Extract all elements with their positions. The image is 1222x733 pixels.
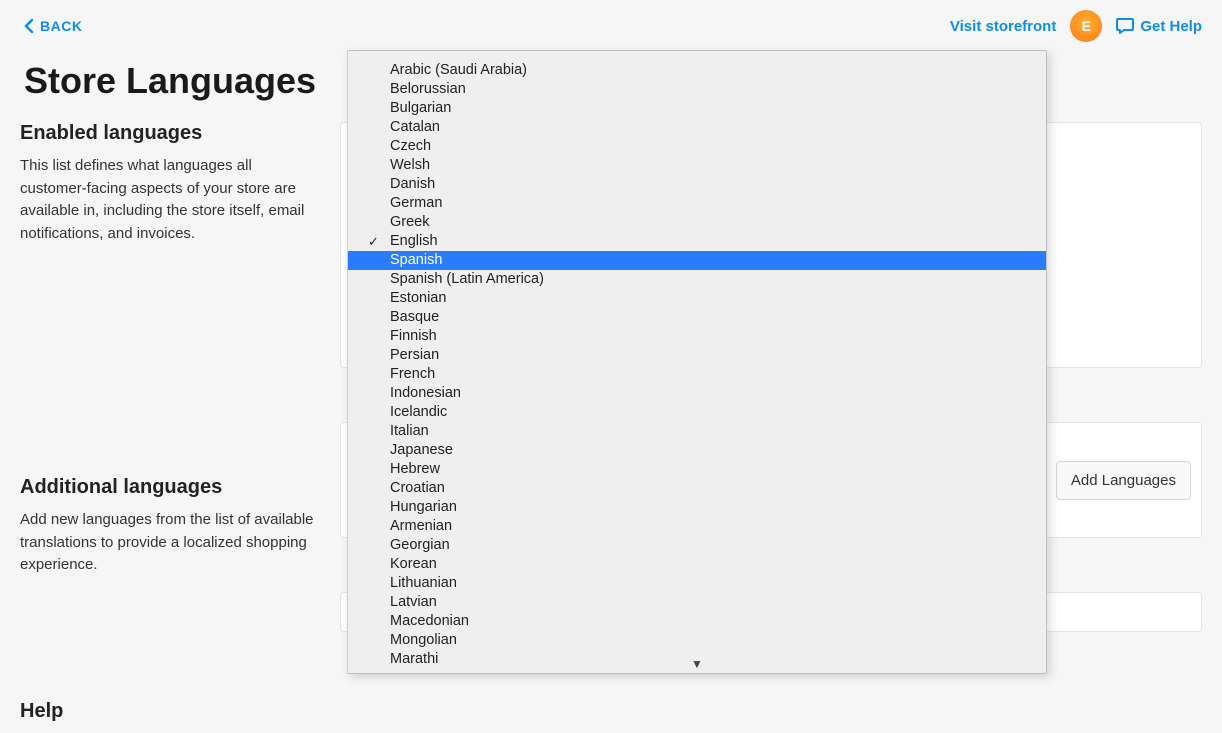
language-label: Korean bbox=[390, 556, 437, 572]
language-label: English bbox=[390, 233, 438, 249]
language-option[interactable]: Armenian bbox=[348, 517, 1046, 536]
section-title: Enabled languages bbox=[20, 122, 316, 145]
language-option[interactable]: Mongolian bbox=[348, 631, 1046, 650]
language-option[interactable]: Czech bbox=[348, 137, 1046, 156]
section-additional-languages: Additional languages Add new languages f… bbox=[20, 476, 316, 646]
language-option[interactable]: Bulgarian bbox=[348, 99, 1046, 118]
language-label: Danish bbox=[390, 176, 435, 192]
language-option[interactable]: ✓ English bbox=[348, 232, 1046, 251]
language-label: Hebrew bbox=[390, 461, 440, 477]
language-label: Macedonian bbox=[390, 613, 469, 629]
language-label: Arabic (Saudi Arabia) bbox=[390, 62, 527, 78]
language-option[interactable]: Macedonian bbox=[348, 612, 1046, 631]
chat-icon bbox=[1116, 17, 1134, 35]
check-icon: ✓ bbox=[368, 232, 379, 251]
language-option[interactable]: Basque bbox=[348, 308, 1046, 327]
language-option[interactable]: Indonesian bbox=[348, 384, 1046, 403]
language-option[interactable]: Italian bbox=[348, 422, 1046, 441]
language-option[interactable]: Spanish (Latin America) bbox=[348, 270, 1046, 289]
language-option[interactable]: Arabic (Saudi Arabia) bbox=[348, 61, 1046, 80]
get-help-link[interactable]: Get Help bbox=[1116, 17, 1202, 35]
language-option[interactable]: Georgian bbox=[348, 536, 1046, 555]
language-label: Latvian bbox=[390, 594, 437, 610]
section-enabled-languages: Enabled languages This list defines what… bbox=[20, 122, 316, 422]
language-option[interactable]: German bbox=[348, 194, 1046, 213]
language-label: German bbox=[390, 195, 442, 211]
language-label: French bbox=[390, 366, 435, 382]
avatar-initial: E bbox=[1082, 18, 1091, 34]
back-label: BACK bbox=[40, 18, 82, 34]
language-label: Georgian bbox=[390, 537, 450, 553]
language-option[interactable]: Finnish bbox=[348, 327, 1046, 346]
language-label: Spanish (Latin America) bbox=[390, 271, 544, 287]
language-label: Japanese bbox=[390, 442, 453, 458]
language-option[interactable]: Danish bbox=[348, 175, 1046, 194]
language-option[interactable]: Welsh bbox=[348, 156, 1046, 175]
section-desc: Add new languages from the list of avail… bbox=[20, 509, 316, 577]
language-label: Persian bbox=[390, 347, 439, 363]
section-help: Help bbox=[20, 700, 316, 723]
language-option[interactable]: Spanish bbox=[348, 251, 1046, 270]
language-label: Belorussian bbox=[390, 81, 466, 97]
language-label: Lithuanian bbox=[390, 575, 457, 591]
section-desc: This list defines what languages all cus… bbox=[20, 155, 316, 245]
language-label: Italian bbox=[390, 423, 429, 439]
language-label: Hungarian bbox=[390, 499, 457, 515]
language-option[interactable]: Icelandic bbox=[348, 403, 1046, 422]
language-option[interactable]: Persian bbox=[348, 346, 1046, 365]
visit-storefront-link[interactable]: Visit storefront bbox=[950, 18, 1056, 35]
language-label: Spanish bbox=[390, 252, 442, 268]
language-option[interactable]: Croatian bbox=[348, 479, 1046, 498]
language-option[interactable]: Korean bbox=[348, 555, 1046, 574]
help-label: Get Help bbox=[1140, 18, 1202, 35]
language-label: Greek bbox=[390, 214, 430, 230]
language-label: Czech bbox=[390, 138, 431, 154]
language-label: Welsh bbox=[390, 157, 430, 173]
language-label: Icelandic bbox=[390, 404, 447, 420]
language-label: Armenian bbox=[390, 518, 452, 534]
language-option[interactable]: Hungarian bbox=[348, 498, 1046, 517]
language-option[interactable]: Estonian bbox=[348, 289, 1046, 308]
avatar[interactable]: E bbox=[1070, 10, 1102, 42]
language-option[interactable]: Marathi bbox=[348, 650, 1046, 669]
language-label: Croatian bbox=[390, 480, 445, 496]
language-label: Marathi bbox=[390, 651, 438, 667]
language-dropdown[interactable]: Arabic (Saudi Arabia) Belorussian Bulgaria… bbox=[347, 50, 1047, 674]
language-option[interactable]: French bbox=[348, 365, 1046, 384]
add-languages-button[interactable]: Add Languages bbox=[1056, 461, 1191, 500]
chevron-left-icon bbox=[24, 19, 34, 33]
language-label: Basque bbox=[390, 309, 439, 325]
language-option[interactable]: Belorussian bbox=[348, 80, 1046, 99]
language-option[interactable]: Lithuanian bbox=[348, 574, 1046, 593]
language-label: Mongolian bbox=[390, 632, 457, 648]
language-option[interactable]: Hebrew bbox=[348, 460, 1046, 479]
language-label: Bulgarian bbox=[390, 100, 451, 116]
language-label: Estonian bbox=[390, 290, 446, 306]
language-option[interactable]: Latvian bbox=[348, 593, 1046, 612]
language-label: Finnish bbox=[390, 328, 437, 344]
language-label: Indonesian bbox=[390, 385, 461, 401]
section-title: Additional languages bbox=[20, 476, 316, 499]
language-label: Catalan bbox=[390, 119, 440, 135]
language-option[interactable]: Catalan bbox=[348, 118, 1046, 137]
language-option[interactable]: Japanese bbox=[348, 441, 1046, 460]
back-link[interactable]: BACK bbox=[24, 18, 82, 34]
section-title: Help bbox=[20, 700, 316, 723]
language-option[interactable]: Greek bbox=[348, 213, 1046, 232]
